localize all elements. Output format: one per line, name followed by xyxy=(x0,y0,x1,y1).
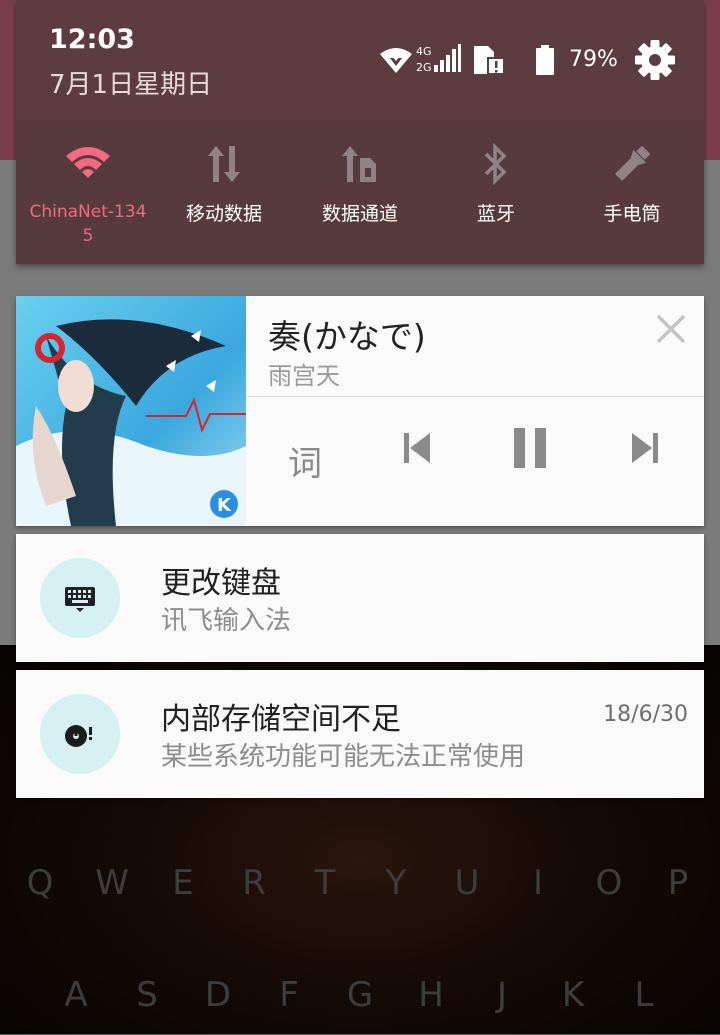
sim-alert-icon xyxy=(474,46,505,75)
key-g: G xyxy=(346,975,374,1015)
notification-storage-low[interactable]: 内部存储空间不足 某些系统功能可能无法正常使用 18/6/30 xyxy=(16,670,704,798)
bluetooth-icon xyxy=(428,142,564,186)
lyrics-button[interactable]: 词 xyxy=(288,436,322,485)
tile-mobile-data[interactable]: 移动数据 xyxy=(156,120,292,264)
pause-icon[interactable] xyxy=(512,426,548,474)
gear-icon[interactable] xyxy=(633,38,677,86)
network-4g-label: 4G xyxy=(416,45,432,58)
tile-wifi-label: ChinaNet-134 5 xyxy=(20,200,156,248)
keyboard-row-2: A S D F G H J K L xyxy=(0,975,720,1035)
notification-shade: 12:03 7月1日星期日 4G 2G 79% ChinaNet-134 5 移… xyxy=(16,0,704,264)
tile-flashlight-label: 手电筒 xyxy=(603,203,661,225)
music-divider xyxy=(246,396,704,397)
tile-wifi[interactable]: ChinaNet-134 5 xyxy=(20,120,156,264)
tile-bluetooth-label: 蓝牙 xyxy=(476,203,515,225)
key-j: J xyxy=(496,975,508,1015)
close-icon[interactable] xyxy=(654,312,688,350)
keyboard-row-1: Q W E R T Y U I O P xyxy=(0,863,720,923)
wifi-icon xyxy=(20,142,156,186)
key-p: P xyxy=(667,863,689,903)
system-icons: 4G 2G xyxy=(378,40,568,80)
tile-data-channel[interactable]: 数据通道 xyxy=(292,120,428,264)
key-i: I xyxy=(532,863,544,903)
flashlight-icon xyxy=(564,142,700,186)
key-h: H xyxy=(418,975,444,1015)
notification-title: 内部存储空间不足 xyxy=(161,702,401,737)
key-l: L xyxy=(634,975,654,1015)
date[interactable]: 7月1日星期日 xyxy=(49,64,212,101)
data-channel-icon xyxy=(292,142,428,186)
battery-icon xyxy=(536,45,554,75)
signal-icon xyxy=(434,44,461,72)
key-s: S xyxy=(136,975,158,1015)
song-artist: 雨宫天 xyxy=(268,362,340,390)
tile-data-channel-label: 数据通道 xyxy=(321,203,398,225)
battery-percent: 79% xyxy=(569,47,618,72)
app-badge-letter: K xyxy=(217,495,232,516)
tile-flashlight[interactable]: 手电筒 xyxy=(564,120,700,264)
status-icons-svg: 4G 2G xyxy=(380,44,554,75)
key-y: Y xyxy=(385,863,407,903)
key-f: F xyxy=(279,975,299,1015)
network-2g-label: 2G xyxy=(416,61,432,74)
album-art[interactable]: K xyxy=(16,296,246,526)
key-d: D xyxy=(204,975,232,1015)
notification-change-keyboard[interactable]: 更改键盘 讯飞输入法 xyxy=(16,534,704,662)
key-w: W xyxy=(95,863,129,903)
notification-title: 更改键盘 xyxy=(161,566,281,601)
previous-icon[interactable] xyxy=(402,431,432,469)
mobile-data-icon xyxy=(156,142,292,186)
clock[interactable]: 12:03 xyxy=(49,24,135,55)
key-k: K xyxy=(561,975,585,1015)
key-o: O xyxy=(595,863,623,903)
key-r: R xyxy=(242,863,266,903)
key-e: E xyxy=(172,863,194,903)
notification-text: 讯飞输入法 xyxy=(161,606,292,636)
keyboard-icon xyxy=(40,558,120,638)
storage-alert-icon xyxy=(40,694,120,774)
quick-settings-tiles: ChinaNet-134 5 移动数据 数据通道 蓝牙 手电筒 xyxy=(16,120,704,264)
next-icon[interactable] xyxy=(630,431,660,469)
key-a: A xyxy=(64,975,88,1015)
tile-bluetooth[interactable]: 蓝牙 xyxy=(428,120,564,264)
key-t: T xyxy=(314,863,336,903)
tile-mobile-data-label: 移动数据 xyxy=(185,203,262,225)
status-header: 12:03 7月1日星期日 4G 2G 79% xyxy=(16,0,704,121)
wifi-network-name: ChinaNet-134 5 xyxy=(29,202,147,246)
music-notification[interactable]: K 奏(かなで) 雨宫天 词 xyxy=(16,296,704,526)
key-u: U xyxy=(454,863,480,903)
song-title: 奏(かなで) xyxy=(268,317,426,356)
key-q: Q xyxy=(26,863,54,903)
wifi-status-icon xyxy=(380,48,412,73)
notification-time: 18/6/30 xyxy=(603,702,688,727)
notification-text: 某些系统功能可能无法正常使用 xyxy=(161,742,526,772)
